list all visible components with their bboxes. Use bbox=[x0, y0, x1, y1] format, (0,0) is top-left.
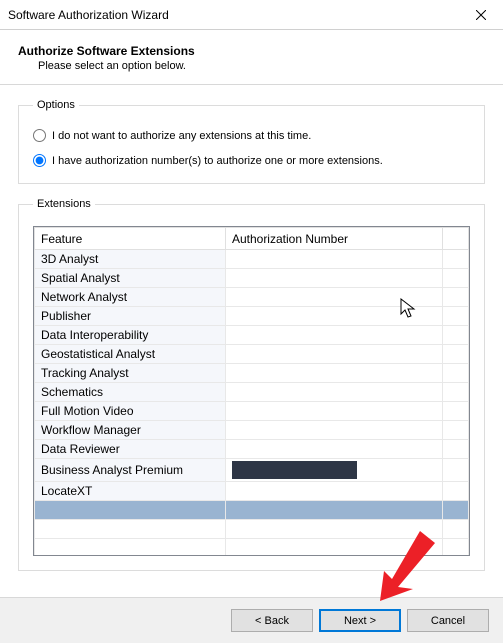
feature-cell[interactable]: Business Analyst Premium bbox=[35, 459, 226, 482]
radio-have-numbers-label: I have authorization number(s) to author… bbox=[52, 155, 383, 167]
feature-cell[interactable]: Publisher bbox=[35, 307, 226, 326]
close-button[interactable] bbox=[458, 0, 503, 29]
wizard-header: Authorize Software Extensions Please sel… bbox=[0, 30, 503, 85]
col-spacer bbox=[442, 228, 468, 250]
spacer-cell bbox=[442, 383, 468, 402]
spacer-cell bbox=[442, 364, 468, 383]
auth-cell[interactable] bbox=[225, 440, 442, 459]
auth-cell[interactable] bbox=[225, 459, 442, 482]
table-row[interactable]: Publisher bbox=[35, 307, 469, 326]
auth-cell[interactable] bbox=[225, 345, 442, 364]
auth-cell[interactable] bbox=[225, 383, 442, 402]
col-authnum[interactable]: Authorization Number bbox=[225, 228, 442, 250]
table-row-empty bbox=[35, 539, 469, 557]
radio-no-authorize-label: I do not want to authorize any extension… bbox=[52, 130, 311, 142]
table-row[interactable]: Data Reviewer bbox=[35, 440, 469, 459]
feature-cell bbox=[35, 520, 226, 539]
feature-cell[interactable]: Data Reviewer bbox=[35, 440, 226, 459]
spacer-cell bbox=[442, 421, 468, 440]
feature-cell[interactable]: Schematics bbox=[35, 383, 226, 402]
table-row[interactable]: Tracking Analyst bbox=[35, 364, 469, 383]
table-row-empty bbox=[35, 520, 469, 539]
options-legend: Options bbox=[33, 99, 79, 111]
spacer-cell bbox=[442, 482, 468, 501]
table-row-selected[interactable] bbox=[35, 501, 469, 520]
spacer-cell bbox=[442, 269, 468, 288]
spacer-cell bbox=[442, 345, 468, 364]
spacer-cell bbox=[442, 440, 468, 459]
page-subtitle: Please select an option below. bbox=[18, 60, 485, 72]
auth-cell bbox=[225, 539, 442, 557]
auth-cell[interactable] bbox=[225, 364, 442, 383]
spacer-cell bbox=[442, 307, 468, 326]
titlebar: Software Authorization Wizard bbox=[0, 0, 503, 30]
table-row[interactable]: Schematics bbox=[35, 383, 469, 402]
auth-redacted-block bbox=[232, 461, 357, 479]
back-button[interactable]: < Back bbox=[231, 609, 313, 632]
feature-cell[interactable] bbox=[35, 501, 226, 520]
wizard-footer: < Back Next > Cancel bbox=[0, 597, 503, 643]
table-row[interactable]: Workflow Manager bbox=[35, 421, 469, 440]
spacer-cell bbox=[442, 520, 468, 539]
auth-cell[interactable] bbox=[225, 250, 442, 269]
table-row[interactable]: Geostatistical Analyst bbox=[35, 345, 469, 364]
feature-cell[interactable]: Geostatistical Analyst bbox=[35, 345, 226, 364]
extensions-legend: Extensions bbox=[33, 198, 95, 210]
table-row[interactable]: Network Analyst bbox=[35, 288, 469, 307]
feature-cell[interactable]: Workflow Manager bbox=[35, 421, 226, 440]
spacer-cell bbox=[442, 459, 468, 482]
auth-cell[interactable] bbox=[225, 326, 442, 345]
option-have-numbers[interactable]: I have authorization number(s) to author… bbox=[33, 154, 470, 167]
auth-cell[interactable] bbox=[225, 288, 442, 307]
feature-cell[interactable]: Tracking Analyst bbox=[35, 364, 226, 383]
page-title: Authorize Software Extensions bbox=[18, 44, 485, 58]
spacer-cell bbox=[442, 539, 468, 557]
table-header-row: Feature Authorization Number bbox=[35, 228, 469, 250]
feature-cell[interactable]: 3D Analyst bbox=[35, 250, 226, 269]
option-no-authorize[interactable]: I do not want to authorize any extension… bbox=[33, 129, 470, 142]
auth-cell[interactable] bbox=[225, 269, 442, 288]
auth-cell[interactable] bbox=[225, 402, 442, 421]
radio-no-authorize[interactable] bbox=[33, 129, 46, 142]
table-row[interactable]: Spatial Analyst bbox=[35, 269, 469, 288]
auth-cell[interactable] bbox=[225, 482, 442, 501]
auth-cell bbox=[225, 520, 442, 539]
feature-cell[interactable]: Data Interoperability bbox=[35, 326, 226, 345]
extensions-table: Feature Authorization Number 3D AnalystS… bbox=[34, 227, 469, 556]
table-row[interactable]: 3D Analyst bbox=[35, 250, 469, 269]
window-title: Software Authorization Wizard bbox=[8, 8, 169, 22]
options-group: Options I do not want to authorize any e… bbox=[18, 99, 485, 184]
extensions-table-wrap: Feature Authorization Number 3D AnalystS… bbox=[33, 226, 470, 556]
spacer-cell bbox=[442, 501, 468, 520]
table-row[interactable]: Business Analyst Premium bbox=[35, 459, 469, 482]
auth-cell[interactable] bbox=[225, 501, 442, 520]
spacer-cell bbox=[442, 288, 468, 307]
spacer-cell bbox=[442, 402, 468, 421]
content-area: Options I do not want to authorize any e… bbox=[0, 85, 503, 581]
table-row[interactable]: Data Interoperability bbox=[35, 326, 469, 345]
extensions-group: Extensions Feature Authorization Number … bbox=[18, 198, 485, 571]
col-feature[interactable]: Feature bbox=[35, 228, 226, 250]
spacer-cell bbox=[442, 250, 468, 269]
feature-cell bbox=[35, 539, 226, 557]
radio-have-numbers[interactable] bbox=[33, 154, 46, 167]
auth-cell[interactable] bbox=[225, 421, 442, 440]
feature-cell[interactable]: Spatial Analyst bbox=[35, 269, 226, 288]
feature-cell[interactable]: Full Motion Video bbox=[35, 402, 226, 421]
cancel-button[interactable]: Cancel bbox=[407, 609, 489, 632]
spacer-cell bbox=[442, 326, 468, 345]
auth-cell[interactable] bbox=[225, 307, 442, 326]
feature-cell[interactable]: Network Analyst bbox=[35, 288, 226, 307]
close-icon bbox=[476, 10, 486, 20]
feature-cell[interactable]: LocateXT bbox=[35, 482, 226, 501]
table-row[interactable]: Full Motion Video bbox=[35, 402, 469, 421]
next-button[interactable]: Next > bbox=[319, 609, 401, 632]
table-row[interactable]: LocateXT bbox=[35, 482, 469, 501]
